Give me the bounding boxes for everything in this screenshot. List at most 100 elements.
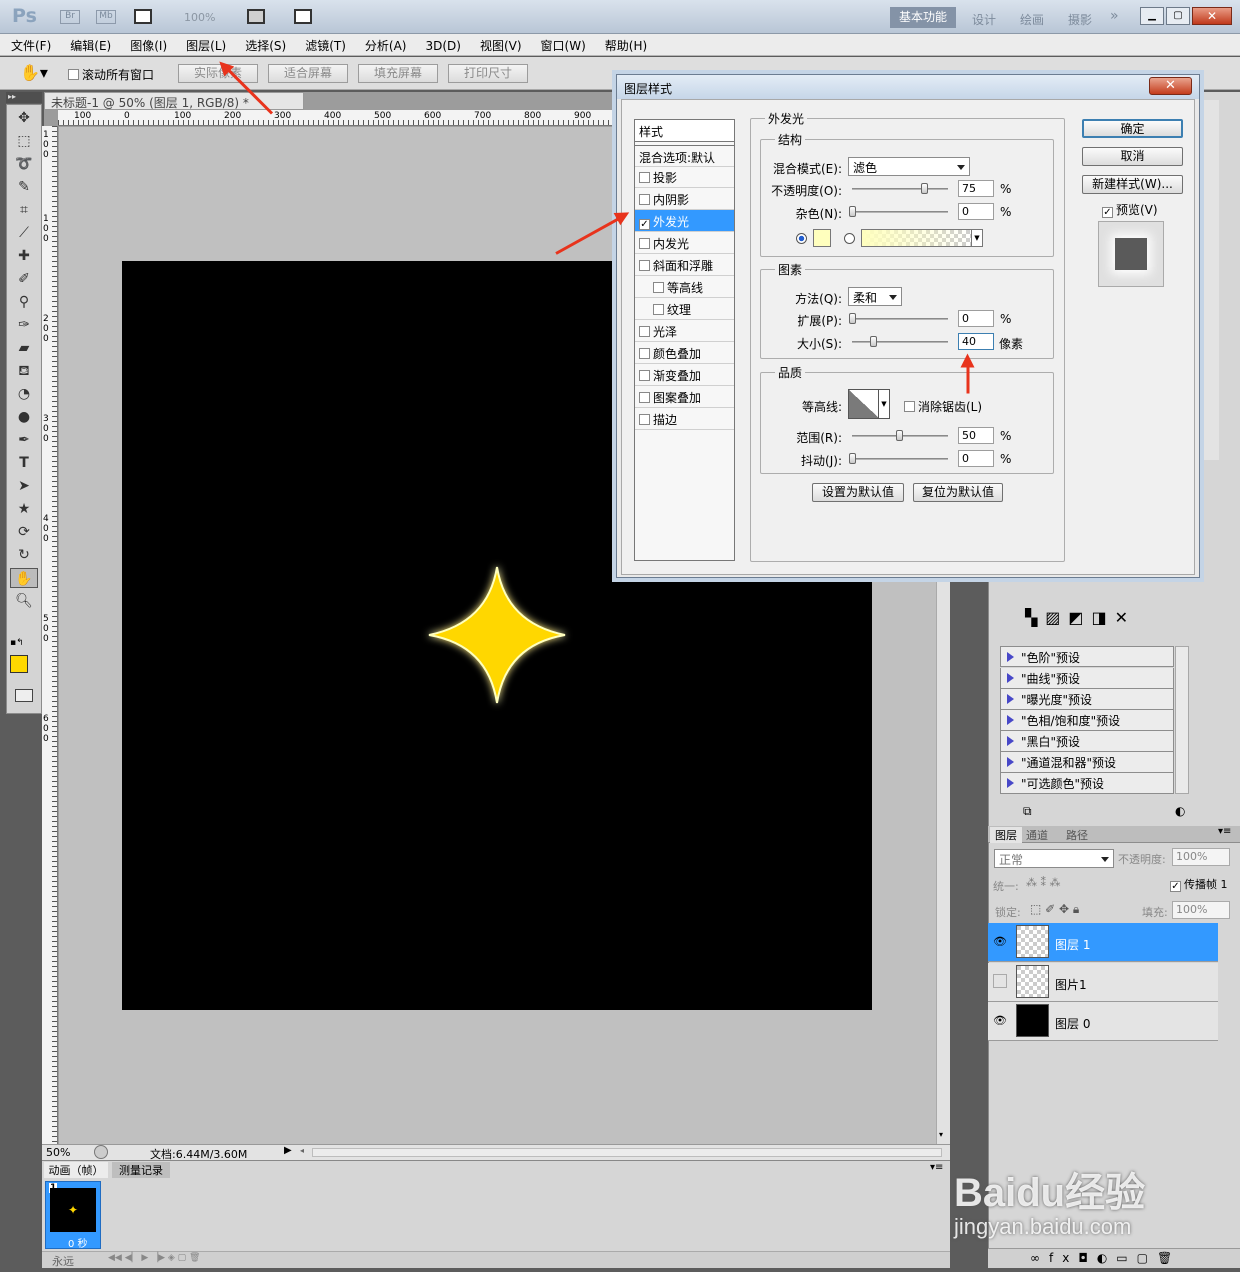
zoom-tool-icon[interactable]: 🔍︎	[10, 591, 38, 611]
history-brush-tool-icon[interactable]: ✑	[10, 315, 38, 335]
3d-orbit-tool-icon[interactable]: ↻	[10, 545, 38, 565]
maximize-button[interactable]: ▢	[1166, 7, 1190, 25]
bridge-button[interactable]: Br	[60, 10, 80, 24]
layer-opacity-field[interactable]: 100%	[1172, 848, 1230, 866]
method-select[interactable]: 柔和	[848, 287, 902, 306]
checkbox-box[interactable]	[639, 194, 650, 205]
blend-options-item[interactable]: 混合选项:默认	[635, 145, 734, 167]
checkbox-box[interactable]	[653, 304, 664, 315]
quick-select-tool-icon[interactable]: ✎	[10, 177, 38, 197]
contour-picker[interactable]	[848, 389, 880, 419]
solid-color-radio[interactable]	[796, 233, 807, 244]
preset-selective-color[interactable]: "可选颜色"预设	[1000, 773, 1174, 794]
layer-row-picture1[interactable]: 图片1	[988, 963, 1218, 1002]
arrange-docs-icon[interactable]	[247, 9, 265, 24]
noise-field[interactable]: 0	[958, 203, 994, 220]
minimize-button[interactable]: ▁	[1140, 7, 1164, 25]
contour-dropdown-icon[interactable]: ▼	[878, 389, 890, 419]
menu-image[interactable]: 图像(I)	[119, 34, 175, 54]
measurement-log-tab[interactable]: 测量记录	[112, 1162, 170, 1178]
opacity-slider-knob[interactable]	[921, 183, 928, 194]
checkbox-box[interactable]: ✓	[639, 219, 650, 230]
menu-filter[interactable]: 滤镜(T)	[294, 34, 354, 54]
unify-icons[interactable]: ⁂ ⁑ ⁂	[1026, 876, 1061, 889]
gradient-dropdown-icon[interactable]: ▼	[971, 229, 983, 247]
preset-channel-mixer[interactable]: "通道混和器"预设	[1000, 752, 1174, 773]
preset-black-white[interactable]: "黑白"预设	[1000, 731, 1174, 752]
presets-scrollbar[interactable]	[1175, 646, 1189, 794]
jitter-field[interactable]: 0	[958, 450, 994, 467]
anim-tab[interactable]: 动画（帧）	[44, 1162, 108, 1178]
layer-name[interactable]: 图层 0	[1055, 1015, 1090, 1032]
size-slider-knob[interactable]	[870, 336, 877, 347]
print-size-button[interactable]: 打印尺寸	[448, 64, 528, 83]
checkbox-box[interactable]	[639, 348, 650, 359]
spread-slider-knob[interactable]	[849, 313, 856, 324]
move-tool-icon[interactable]: ✥	[10, 108, 38, 128]
range-field[interactable]: 50	[958, 427, 994, 444]
horizontal-scrollbar[interactable]	[312, 1148, 942, 1157]
style-outer-glow[interactable]: ✓ 外发光	[635, 210, 734, 232]
style-bevel-emboss[interactable]: 斜面和浮雕	[635, 254, 734, 276]
hscroll-left-icon[interactable]: ◂	[300, 1146, 304, 1155]
tab-paths[interactable]: 路径	[1066, 827, 1088, 843]
menu-help[interactable]: 帮助(H)	[594, 34, 655, 54]
crop-tool-icon[interactable]: ⌗	[10, 200, 38, 220]
opacity-field[interactable]: 75	[958, 180, 994, 197]
style-satin[interactable]: 光泽	[635, 320, 734, 342]
scroll-up-icon[interactable]: ▾	[939, 1130, 943, 1139]
antialias-checkbox[interactable]: 消除锯齿(L)	[904, 398, 982, 415]
loop-select[interactable]: 永远	[52, 1253, 74, 1269]
layer-row-layer0[interactable]: 👁︎ 图层 0	[988, 1002, 1218, 1041]
quick-mask-icon[interactable]	[15, 689, 33, 702]
checkbox-box[interactable]	[639, 414, 650, 425]
gradient-radio[interactable]	[844, 233, 855, 244]
checkbox-box[interactable]	[639, 326, 650, 337]
fill-screen-button[interactable]: 填充屏幕	[358, 64, 438, 83]
jitter-slider[interactable]	[849, 453, 948, 464]
preset-levels[interactable]: "色阶"预设	[1000, 646, 1174, 667]
visibility-toggle[interactable]	[993, 974, 1007, 988]
frame-delay[interactable]: 0 秒	[68, 1235, 88, 1250]
noise-slider-knob[interactable]	[849, 206, 856, 217]
menu-select[interactable]: 选择(S)	[234, 34, 294, 54]
checkbox-box[interactable]: ✓	[1102, 207, 1113, 218]
opacity-slider[interactable]	[852, 183, 948, 194]
style-inner-glow[interactable]: 内发光	[635, 232, 734, 254]
zoom-status[interactable]: 50%	[46, 1146, 70, 1159]
workspace-basic[interactable]: 基本功能	[890, 7, 956, 28]
clone-stamp-tool-icon[interactable]: ⚲	[10, 292, 38, 312]
cancel-button[interactable]: 取消	[1082, 147, 1183, 166]
style-color-overlay[interactable]: 颜色叠加	[635, 342, 734, 364]
lasso-tool-icon[interactable]: ➰	[10, 154, 38, 174]
checkbox-box[interactable]	[639, 370, 650, 381]
close-window-button[interactable]: ✕	[1192, 7, 1232, 25]
workspace-paint[interactable]: 绘画	[1020, 11, 1044, 28]
layers-panel-menu-icon[interactable]: ▾≡	[1218, 826, 1231, 837]
size-field[interactable]: 40	[958, 333, 994, 350]
menu-edit[interactable]: 编辑(E)	[59, 34, 119, 54]
status-menu-icon[interactable]: ▶	[284, 1145, 292, 1156]
preset-curves[interactable]: "曲线"预设	[1000, 668, 1174, 689]
hand-tool-selected-icon[interactable]: ✋	[10, 568, 38, 588]
layer-name[interactable]: 图片1	[1055, 976, 1087, 993]
foreground-color-swatch[interactable]	[10, 655, 28, 673]
first-frame-icon[interactable]: ◀◀ ◀▏ ▶ ▕▶ ◈ ▢ 🗑︎	[108, 1253, 200, 1263]
menu-analysis[interactable]: 分析(A)	[354, 34, 415, 54]
checkbox-box[interactable]	[639, 172, 650, 183]
gradient-swatch[interactable]	[861, 229, 973, 247]
more-workspaces-icon[interactable]: »	[1110, 8, 1119, 24]
shape-tool-icon[interactable]: ★	[10, 499, 38, 519]
noise-slider[interactable]	[849, 206, 948, 217]
layer-row-layer1[interactable]: 👁︎ 图层 1	[988, 923, 1218, 962]
range-slider-knob[interactable]	[896, 430, 903, 441]
pen-tool-icon[interactable]: ✒	[10, 430, 38, 450]
eyedropper-tool-icon[interactable]: ⟋	[10, 223, 38, 243]
minibridge-button[interactable]: Mb	[96, 10, 116, 24]
presets-footer-icon[interactable]: ⧉	[1023, 804, 1032, 819]
preview-checkbox[interactable]: ✓ 预览(V)	[1102, 201, 1158, 218]
eye-icon[interactable]: 👁︎	[993, 935, 1007, 948]
style-inner-shadow[interactable]: 内阴影	[635, 188, 734, 210]
lock-icons[interactable]: ⬚ ✐ ✥ 🔒︎	[1030, 902, 1079, 917]
blur-tool-icon[interactable]: ◔	[10, 384, 38, 404]
